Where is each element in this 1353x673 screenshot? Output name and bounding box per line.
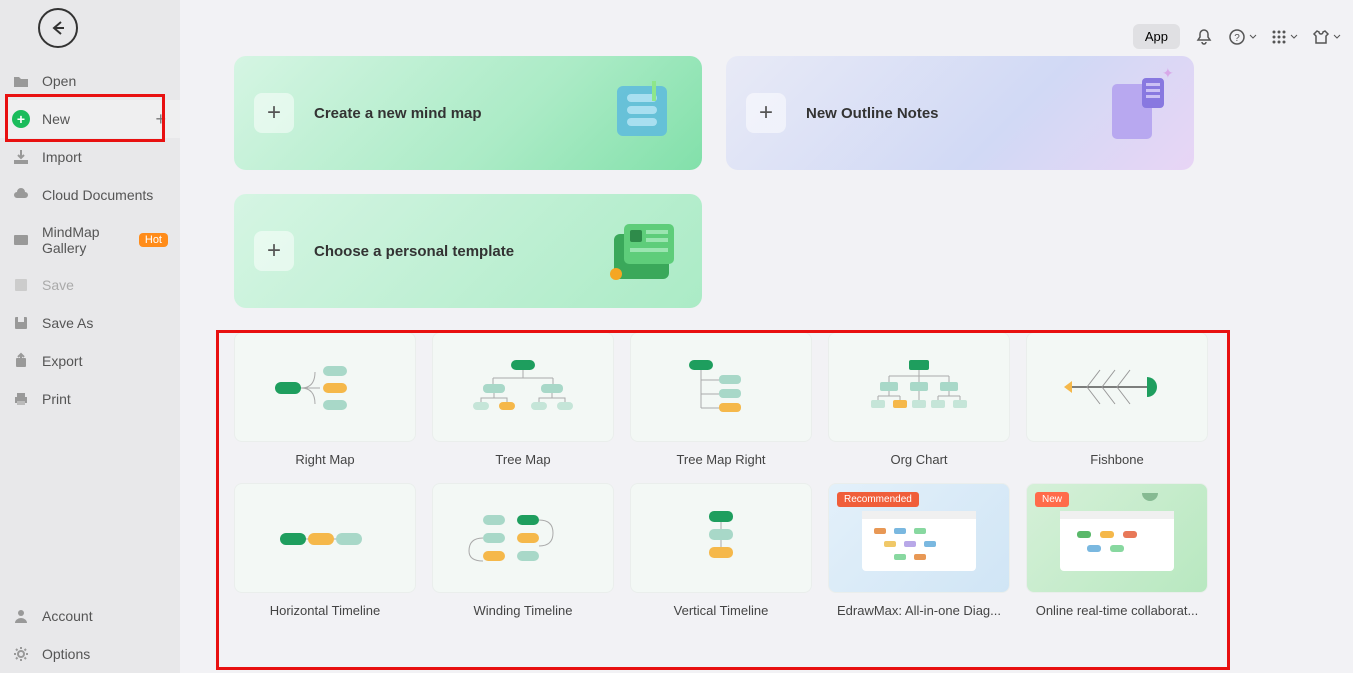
template-org-chart[interactable]: Org Chart <box>828 332 1010 467</box>
new-badge: New <box>1035 492 1069 507</box>
template-illustration <box>592 204 692 298</box>
sidebar-item-label: Cloud Documents <box>42 187 153 203</box>
sidebar-new[interactable]: + New + <box>0 100 180 138</box>
sidebar-import[interactable]: Import <box>0 138 180 176</box>
template-label: Tree Map <box>432 452 614 467</box>
sidebar-gallery[interactable]: MindMap Gallery Hot <box>0 214 180 266</box>
create-outline-card[interactable]: + New Outline Notes ✦ <box>726 56 1194 170</box>
plus-icon: + <box>746 93 786 133</box>
plus-icon: + <box>12 110 30 128</box>
template-collaboration[interactable]: New Online real-time collaborat... <box>1026 483 1208 618</box>
template-grid: Right Map Tree Map Tree Map Right Org Ch… <box>234 332 1313 618</box>
sidebar-item-label: Export <box>42 353 82 369</box>
recommended-badge: Recommended <box>837 492 919 507</box>
sidebar-print[interactable]: Print <box>0 380 180 418</box>
card-title: Create a new mind map <box>314 105 482 122</box>
template-label: Tree Map Right <box>630 452 812 467</box>
template-tree-map[interactable]: Tree Map <box>432 332 614 467</box>
template-edrawmax[interactable]: Recommended EdrawMax: All-in-one Diag... <box>828 483 1010 618</box>
choose-template-card[interactable]: + Choose a personal template <box>234 194 702 308</box>
sidebar-cloud[interactable]: Cloud Documents <box>0 176 180 214</box>
sidebar-item-label: Options <box>42 646 90 662</box>
back-button[interactable] <box>38 8 78 48</box>
cloud-icon <box>12 186 30 204</box>
sidebar-account[interactable]: Account <box>0 597 180 635</box>
template-right-map[interactable]: Right Map <box>234 332 416 467</box>
import-icon <box>12 148 30 166</box>
sidebar-export[interactable]: Export <box>0 342 180 380</box>
template-label: Horizontal Timeline <box>234 603 416 618</box>
sidebar-save: Save <box>0 266 180 304</box>
template-winding-timeline[interactable]: Winding Timeline <box>432 483 614 618</box>
sidebar-options[interactable]: Options <box>0 635 180 673</box>
sidebar-item-label: Open <box>42 73 76 89</box>
sidebar-item-label: New <box>42 111 70 127</box>
sidebar-item-label: MindMap Gallery <box>42 224 125 256</box>
main-content: + Create a new mind map + New Outline No… <box>180 0 1353 673</box>
sidebar-open[interactable]: Open <box>0 62 180 100</box>
mindmap-illustration <box>592 66 692 160</box>
template-label: Fishbone <box>1026 452 1208 467</box>
account-icon <box>12 607 30 625</box>
save-as-icon <box>12 314 30 332</box>
folder-icon <box>12 72 30 90</box>
template-label: Org Chart <box>828 452 1010 467</box>
create-mindmap-card[interactable]: + Create a new mind map <box>234 56 702 170</box>
expand-icon: + <box>155 109 166 130</box>
template-label: Vertical Timeline <box>630 603 812 618</box>
plus-icon: + <box>254 231 294 271</box>
sidebar-save-as[interactable]: Save As <box>0 304 180 342</box>
outline-illustration: ✦ <box>1084 66 1184 160</box>
save-icon <box>12 276 30 294</box>
sidebar: Open + New + Import Cloud Documents Mind… <box>0 0 180 673</box>
sidebar-item-label: Import <box>42 149 82 165</box>
template-tree-map-right[interactable]: Tree Map Right <box>630 332 812 467</box>
gallery-icon <box>12 231 30 249</box>
card-title: Choose a personal template <box>314 243 514 260</box>
template-label: Winding Timeline <box>432 603 614 618</box>
export-icon <box>12 352 30 370</box>
template-horizontal-timeline[interactable]: Horizontal Timeline <box>234 483 416 618</box>
card-title: New Outline Notes <box>806 105 939 122</box>
print-icon <box>12 390 30 408</box>
template-label: EdrawMax: All-in-one Diag... <box>828 603 1010 618</box>
sidebar-item-label: Save <box>42 277 74 293</box>
template-label: Right Map <box>234 452 416 467</box>
sidebar-item-label: Save As <box>42 315 93 331</box>
gear-icon <box>12 645 30 663</box>
plus-icon: + <box>254 93 294 133</box>
template-label: Online real-time collaborat... <box>1026 603 1208 618</box>
sidebar-item-label: Print <box>42 391 71 407</box>
sidebar-item-label: Account <box>42 608 93 624</box>
hot-badge: Hot <box>139 233 168 247</box>
template-fishbone[interactable]: Fishbone <box>1026 332 1208 467</box>
svg-text:✦: ✦ <box>1162 66 1174 81</box>
template-vertical-timeline[interactable]: Vertical Timeline <box>630 483 812 618</box>
